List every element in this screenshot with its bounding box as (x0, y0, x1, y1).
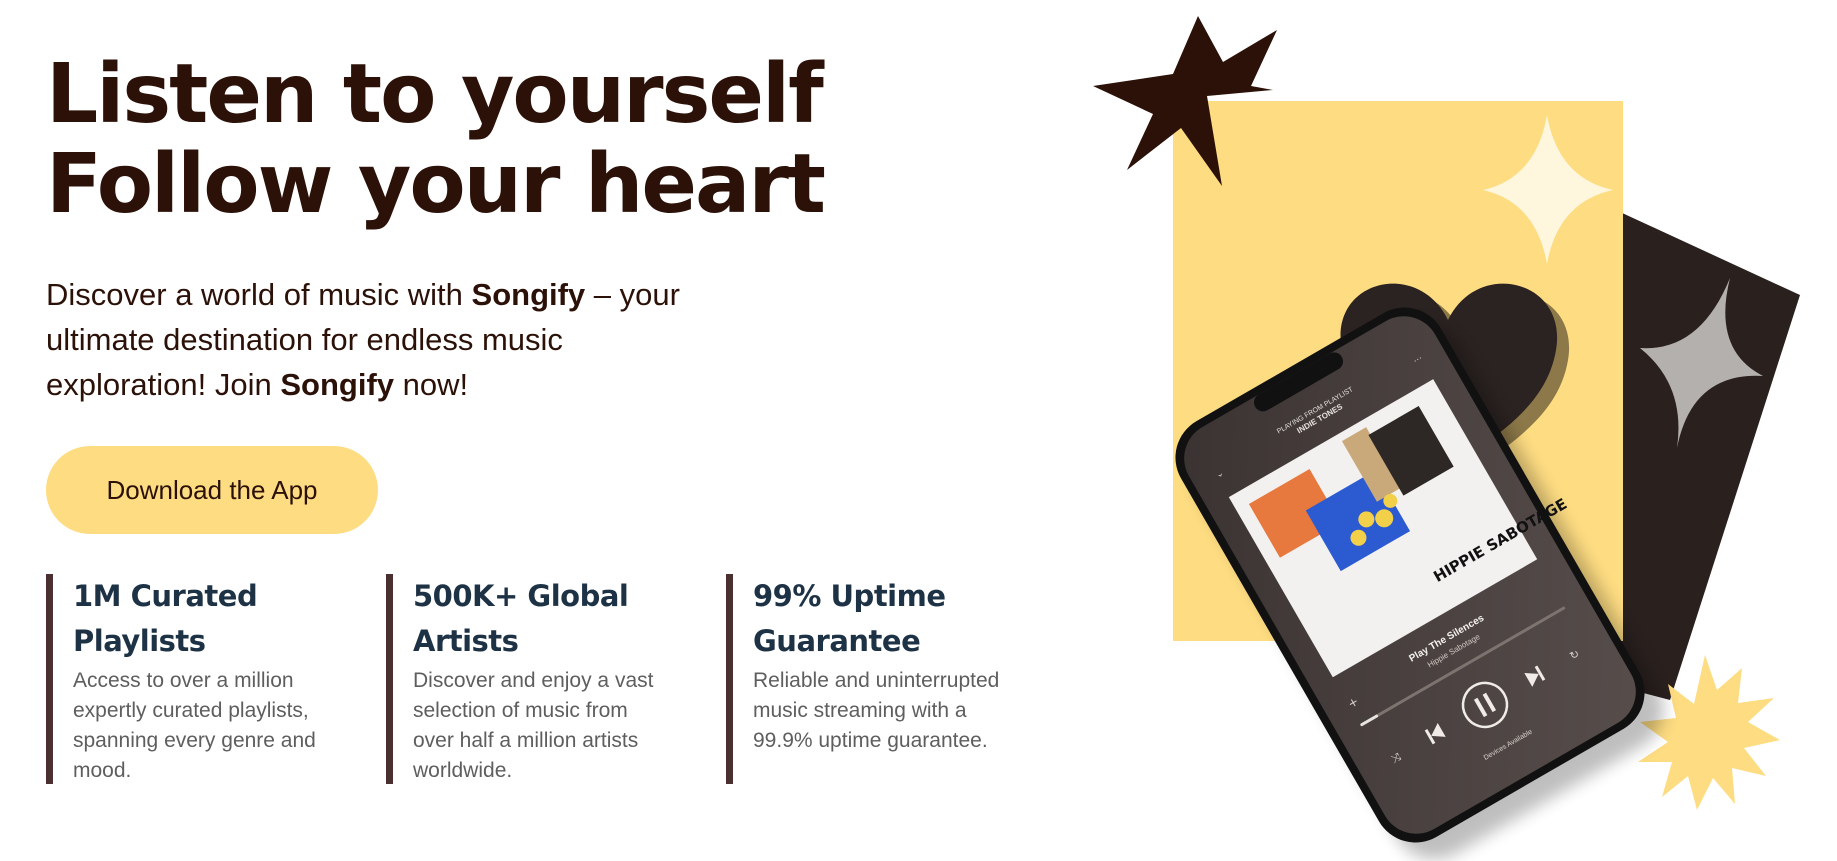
feature-item-playlists: 1M Curated Playlists Access to over a mi… (46, 574, 346, 784)
feature-description: Access to over a million expertly curate… (73, 669, 316, 782)
hero-desc-part1: Discover a world of music with (46, 277, 472, 312)
feature-item-uptime: 99% Uptime Guarantee Reliable and uninte… (726, 574, 1026, 784)
landing-page: Listen to yourself Follow your heart Dis… (0, 0, 1837, 861)
brand-name: Songify (280, 367, 395, 402)
brand-name: Songify (471, 277, 586, 312)
hero-description: Discover a world of music with Songify –… (46, 272, 726, 407)
download-app-button[interactable]: Download the App (46, 446, 378, 534)
hero-title-line2: Follow your heart (46, 137, 826, 232)
feature-title: 99% Uptime Guarantee (753, 579, 946, 658)
hero-title-line1: Listen to yourself (46, 47, 824, 142)
hero-title: Listen to yourself Follow your heart (46, 47, 826, 232)
feature-title: 500K+ Global Artists (413, 579, 629, 658)
hero-illustration: PLAYING FROM PLAYLIST INDIE TONES ⌄ ⋯ HI… (1093, 16, 1800, 860)
feature-description: Reliable and uninterrupted music streami… (753, 669, 1000, 752)
feature-title: 1M Curated Playlists (73, 579, 258, 658)
hero-desc-part3: now! (394, 367, 469, 402)
feature-description: Discover and enjoy a vast selection of m… (413, 669, 654, 782)
feature-item-artists: 500K+ Global Artists Discover and enjoy … (386, 574, 686, 784)
